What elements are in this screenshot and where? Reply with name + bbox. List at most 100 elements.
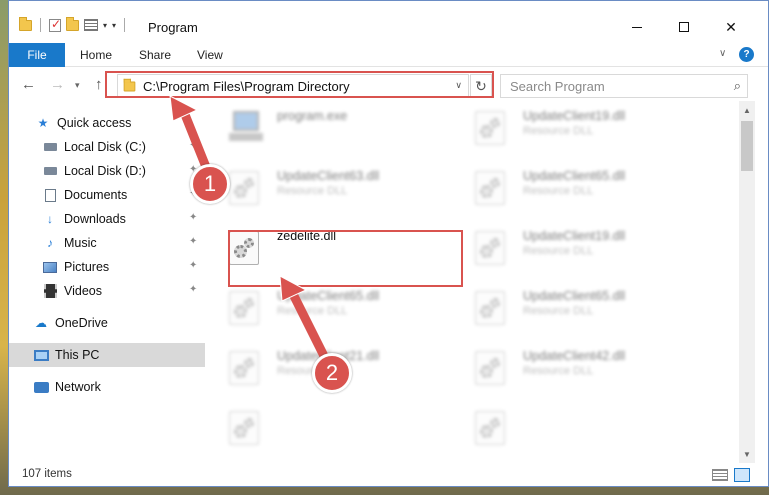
file-item-zedelite[interactable]: zedelite.dll: [221, 221, 461, 277]
pin-icon[interactable]: ✦: [189, 284, 197, 295]
dll-gear-icon: [229, 231, 259, 265]
scroll-down-icon[interactable]: ▼: [743, 450, 751, 459]
address-path[interactable]: C:\Program Files\Program Directory: [143, 79, 350, 94]
sidebar-item-label: Local Disk (D:): [64, 164, 146, 178]
tab-file[interactable]: File: [9, 43, 65, 67]
address-bar[interactable]: C:\Program Files\Program Directory ∨: [117, 74, 469, 98]
recent-locations-icon[interactable]: ▾: [75, 80, 80, 91]
close-button[interactable]: ✕: [708, 13, 754, 41]
details-view-icon[interactable]: [712, 469, 728, 481]
dll-gear-icon: [475, 111, 505, 145]
sidebar-item-onedrive[interactable]: ☁ OneDrive: [9, 311, 205, 335]
sidebar-item-network[interactable]: Network: [9, 375, 205, 399]
dll-gear-icon: [475, 171, 505, 205]
address-dropdown-icon[interactable]: ∨: [455, 80, 462, 91]
file-item[interactable]: UpdateClient42.dll Resource DLL: [467, 341, 707, 397]
file-item[interactable]: program.exe: [221, 101, 461, 157]
navigation-bar: ← → ▾ ↑ C:\Program Files\Program Directo…: [9, 71, 768, 101]
sidebar-item-pictures[interactable]: Pictures ✦: [9, 255, 205, 279]
dll-gear-icon: [229, 351, 259, 385]
new-folder-icon[interactable]: [66, 16, 79, 31]
file-name: zedelite.dll: [277, 229, 337, 243]
back-arrow-icon[interactable]: ←: [21, 76, 36, 93]
tab-view[interactable]: View: [197, 48, 223, 62]
star-icon: ★: [37, 116, 49, 130]
ribbon-tabs: File Home Share View ∨ ?: [9, 43, 768, 67]
file-type: Resource DLL: [523, 305, 594, 317]
file-type: Resource DLL: [277, 185, 348, 197]
pin-icon[interactable]: ✦: [189, 212, 197, 223]
file-item[interactable]: UpdateClient65.dll Resource DLL: [467, 281, 707, 337]
file-item[interactable]: UpdateClient19.dll Resource DLL: [467, 221, 707, 277]
picture-icon: [43, 261, 57, 273]
forward-arrow-icon[interactable]: →: [50, 76, 65, 93]
properties-check-icon[interactable]: [49, 17, 61, 32]
sidebar-item-this-pc[interactable]: This PC: [9, 343, 205, 367]
sidebar-item-videos[interactable]: Videos ✦: [9, 279, 205, 303]
maximize-button[interactable]: [661, 13, 707, 41]
file-name: UpdateClient65.dll: [523, 169, 626, 183]
navigation-pane: ★ Quick access Local Disk (C:) ✦ Local D…: [9, 103, 205, 463]
sidebar-item-local-disk-c[interactable]: Local Disk (C:) ✦: [9, 135, 205, 159]
file-type: Resource DLL: [523, 245, 594, 257]
sidebar-item-music[interactable]: ♪ Music ✦: [9, 231, 205, 255]
search-placeholder: Search Program: [510, 78, 605, 94]
pin-icon[interactable]: ✦: [189, 140, 197, 151]
scroll-up-icon[interactable]: ▲: [743, 106, 751, 115]
toolbar-divider: [40, 18, 41, 32]
large-icons-view-icon[interactable]: [734, 468, 750, 482]
properties-icon[interactable]: [84, 19, 98, 31]
application-icon: [229, 111, 263, 141]
close-icon: ✕: [725, 18, 737, 35]
search-icon: ⌕: [733, 78, 741, 93]
chevron-down-icon[interactable]: ▾: [103, 21, 107, 30]
tab-home[interactable]: Home: [80, 48, 112, 62]
dll-gear-icon: [475, 231, 505, 265]
dll-gear-icon: [475, 351, 505, 385]
expand-ribbon-icon[interactable]: ∨: [719, 48, 726, 59]
sidebar-item-local-disk-d[interactable]: Local Disk (D:) ✦: [9, 159, 205, 183]
tab-share[interactable]: Share: [139, 48, 171, 62]
file-item[interactable]: [467, 401, 707, 457]
sidebar-item-documents[interactable]: Documents ✦: [9, 183, 205, 207]
folder-icon[interactable]: [19, 16, 32, 31]
refresh-button[interactable]: ↻: [470, 74, 492, 98]
sidebar-item-downloads[interactable]: ↓ Downloads ✦: [9, 207, 205, 231]
pin-icon[interactable]: ✦: [189, 236, 197, 247]
dll-gear-icon: [475, 411, 505, 445]
file-type: Resource DLL: [523, 365, 594, 377]
customize-toolbar-icon[interactable]: ▾: [112, 21, 116, 30]
sidebar-item-label: Quick access: [57, 116, 132, 130]
search-input[interactable]: Search Program ⌕: [500, 74, 748, 98]
sidebar-item-label: Network: [55, 380, 101, 394]
file-item[interactable]: UpdateClient65.dll Resource DLL: [467, 161, 707, 217]
minimize-button[interactable]: [614, 13, 660, 41]
file-type: Resource DLL: [523, 185, 594, 197]
sidebar-item-quick-access[interactable]: ★ Quick access: [9, 111, 205, 135]
sidebar-item-label: Videos: [64, 284, 102, 298]
pin-icon[interactable]: ✦: [189, 260, 197, 271]
sidebar-item-label: Documents: [64, 188, 128, 202]
sidebar-item-label: Pictures: [64, 260, 110, 274]
vertical-scrollbar[interactable]: ▲ ▼: [739, 101, 755, 463]
file-item[interactable]: [221, 401, 461, 457]
window-title: Program: [148, 20, 198, 35]
file-item[interactable]: UpdateClient19.dll Resource DLL: [467, 101, 707, 157]
help-icon[interactable]: ?: [739, 47, 754, 62]
file-item[interactable]: UpdateClient63.dll Resource DLL: [221, 161, 461, 217]
explorer-window: ▾ ▾ Program ✕ File Home Share View ∨ ? ←…: [8, 0, 769, 487]
drive-icon: [43, 143, 57, 151]
scrollbar-thumb[interactable]: [741, 121, 753, 171]
dll-gear-icon: [229, 171, 259, 205]
up-arrow-icon[interactable]: ↑: [95, 76, 103, 93]
sidebar-item-label: This PC: [55, 348, 100, 362]
step-1-badge: 1: [190, 164, 230, 204]
refresh-icon: ↻: [475, 77, 487, 94]
quick-access-toolbar: ▾ ▾: [19, 16, 128, 32]
drive-icon: [43, 167, 57, 175]
document-icon: [44, 188, 56, 202]
step-2-badge: 2: [312, 353, 352, 393]
file-item[interactable]: UpdateClient65.dll Resource DLL: [221, 281, 461, 337]
file-name: UpdateClient19.dll: [523, 109, 626, 123]
folder-icon: [123, 78, 136, 91]
